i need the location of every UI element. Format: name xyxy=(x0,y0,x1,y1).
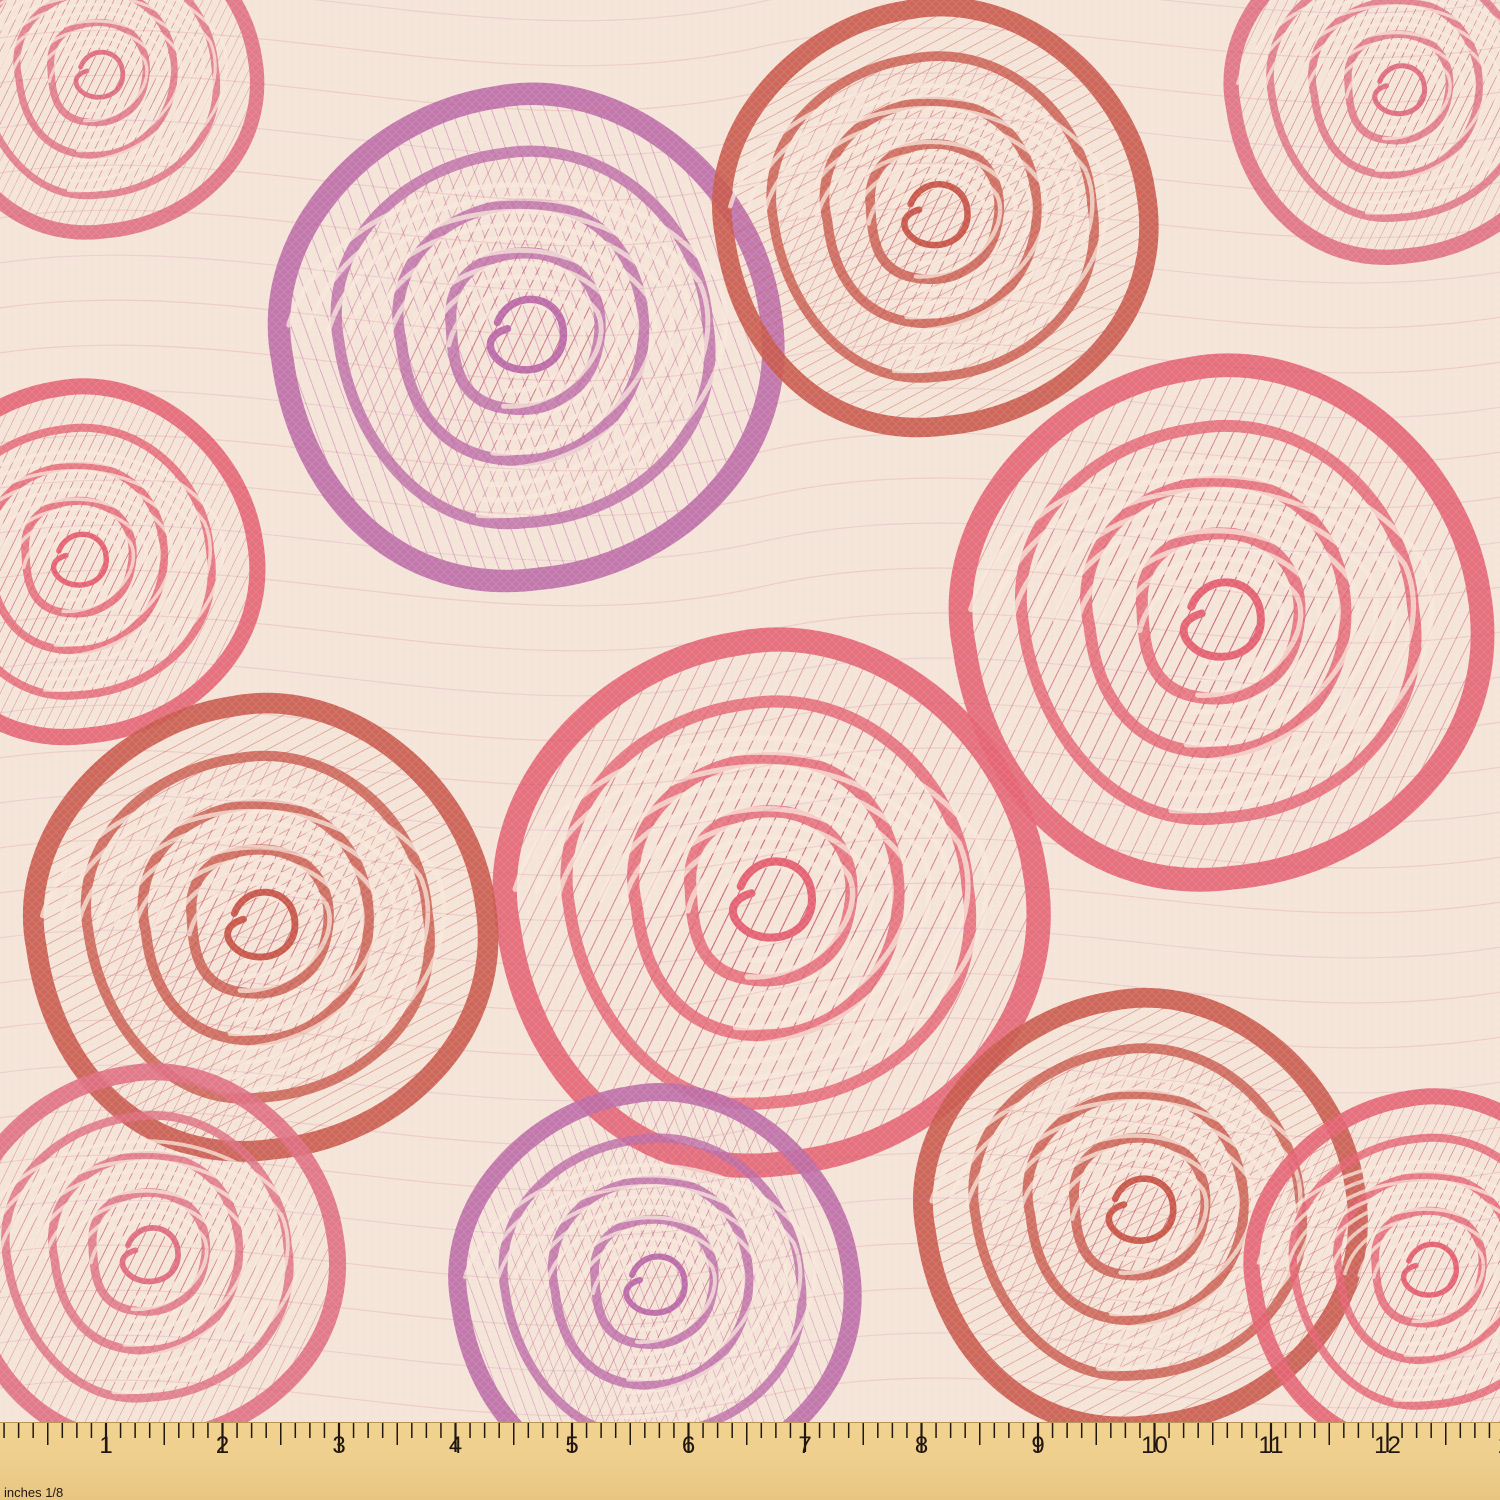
ruler-number-1: 1 xyxy=(99,1432,112,1459)
ruler-number-11: 11 xyxy=(1259,1432,1284,1459)
ruler-number-2: 2 xyxy=(216,1432,229,1459)
ruler-number-5: 5 xyxy=(565,1432,578,1459)
ruler-ticks: 1234567891011121 xyxy=(3,1423,1500,1459)
ruler-number-10: 10 xyxy=(1141,1432,1168,1459)
ruler-number-3: 3 xyxy=(332,1432,345,1459)
ruler-number-6: 6 xyxy=(682,1432,695,1459)
ruler-number-12: 12 xyxy=(1374,1432,1401,1459)
ruler-number-8: 8 xyxy=(915,1432,928,1459)
ruler-number-7: 7 xyxy=(798,1432,811,1459)
ruler-scale: 1234567891011121 inches 1/8 xyxy=(3,1423,1500,1500)
measurement-ruler: 1234567891011121 inches 1/8 xyxy=(0,1422,1500,1500)
ruler-number-4: 4 xyxy=(449,1432,462,1459)
ruler-number-9: 9 xyxy=(1031,1432,1044,1459)
rose-pattern-illustration xyxy=(0,0,1500,1422)
ruler-unit-label: inches 1/8 xyxy=(4,1485,63,1500)
rose-fabric-pattern xyxy=(0,0,1500,1422)
